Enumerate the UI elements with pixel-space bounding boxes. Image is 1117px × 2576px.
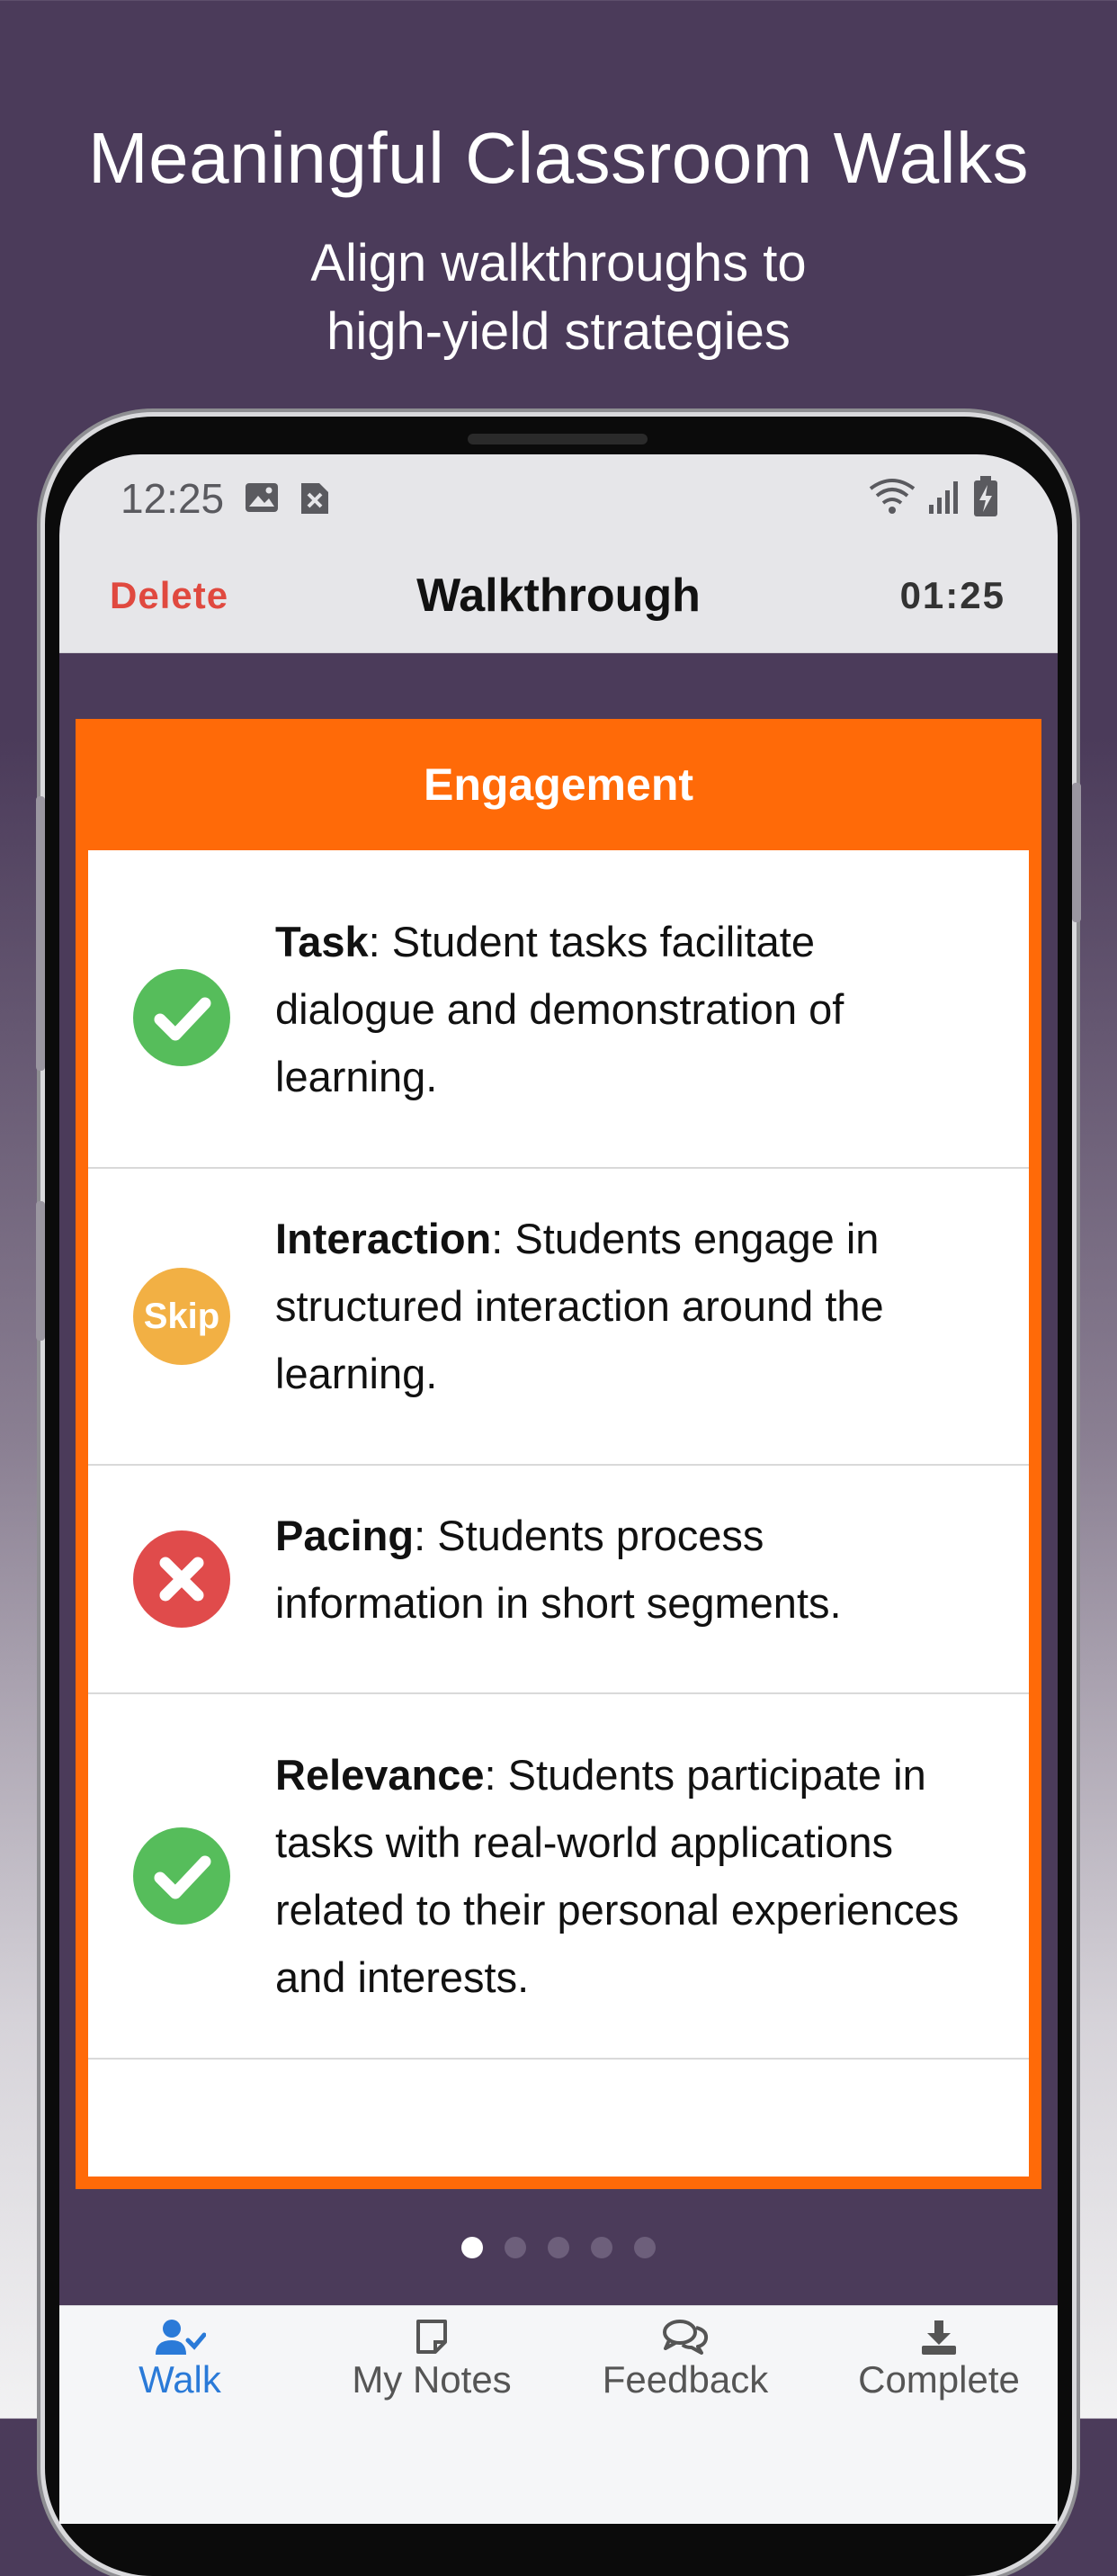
criterion-row-relevance[interactable]: Relevance: Students participate in tasks… (88, 1694, 1029, 2060)
phone-side-button (36, 1201, 45, 1341)
skip-icon[interactable]: Skip (133, 1268, 230, 1365)
download-icon (922, 2320, 956, 2355)
sim-error-icon (301, 483, 328, 514)
walk-timer: 01:25 (899, 574, 1005, 616)
chat-bubbles-icon (663, 2320, 709, 2355)
page-dot[interactable] (548, 2237, 569, 2258)
page-dot[interactable] (505, 2237, 526, 2258)
tab-complete[interactable]: Complete (813, 2306, 1058, 2432)
criterion-text: Task: Student tasks facilitate dialogue … (275, 908, 984, 1110)
user-check-icon (156, 2320, 206, 2355)
app-screen: 12:25 Delete Walkthrough 01:25 Engagemen… (59, 454, 1058, 2524)
wifi-icon (869, 479, 916, 514)
top-nav-bar: Delete Walkthrough 01:25 (59, 540, 1058, 653)
card-title: Engagement (423, 759, 694, 810)
status-time: 12:25 (121, 475, 225, 522)
note-icon (416, 2320, 447, 2354)
criterion-term: Pacing (275, 1512, 415, 1559)
criterion-row-pacing[interactable]: Pacing: Students process information in … (88, 1466, 1029, 1694)
phone-side-button (1072, 783, 1081, 922)
signal-icon (929, 481, 958, 514)
criterion-text: Relevance: Students participate in tasks… (275, 1741, 984, 2011)
criterion-text: Interaction: Students engage in structur… (275, 1205, 984, 1407)
bottom-tab-bar: Walk My Notes Feedback Complete (59, 2305, 1058, 2524)
phone-side-button (36, 796, 45, 1071)
promo-subline-line-2: high-yield strategies (326, 302, 791, 361)
tab-my-notes[interactable]: My Notes (306, 2306, 558, 2432)
tab-label: Walk (139, 2358, 221, 2401)
close-icon[interactable] (133, 1530, 230, 1628)
promo-subline-line-1: Align walkthroughs to (310, 234, 807, 292)
engagement-card: Engagement Task: Student tasks facilitat… (76, 719, 1041, 2189)
tab-label: Complete (858, 2358, 1020, 2401)
page-dot[interactable] (591, 2237, 612, 2258)
card-body: Task: Student tasks facilitate dialogue … (88, 850, 1029, 2177)
tab-label: Feedback (602, 2358, 769, 2401)
status-bar: 12:25 (59, 454, 1058, 540)
criterion-term: Task (275, 918, 369, 965)
phone-speaker (468, 434, 648, 444)
page-dot-active[interactable] (461, 2237, 483, 2258)
battery-charging-icon (974, 476, 997, 516)
check-icon[interactable] (133, 1827, 230, 1925)
image-notification-icon (246, 483, 278, 512)
check-icon[interactable] (133, 969, 230, 1066)
criterion-row-interaction[interactable]: Skip Interaction: Students engage in str… (88, 1169, 1029, 1466)
criterion-term: Relevance (275, 1751, 485, 1799)
page-indicator (59, 2237, 1058, 2263)
page-dot[interactable] (634, 2237, 656, 2258)
tab-label: My Notes (352, 2358, 512, 2401)
criterion-term: Interaction (275, 1215, 492, 1262)
criterion-row-task[interactable]: Task: Student tasks facilitate dialogue … (88, 850, 1029, 1169)
tab-walk[interactable]: Walk (59, 2306, 306, 2432)
tab-feedback[interactable]: Feedback (559, 2306, 811, 2432)
promo-subline: Align walkthroughs to high-yield strateg… (0, 229, 1117, 366)
promo-headline: Meaningful Classroom Walks (88, 118, 1029, 198)
criterion-text: Pacing: Students process information in … (275, 1502, 984, 1637)
